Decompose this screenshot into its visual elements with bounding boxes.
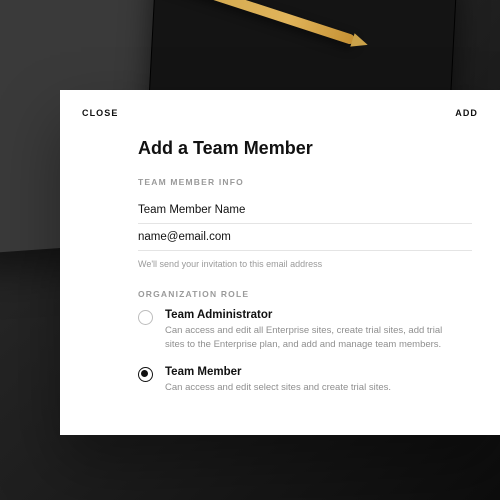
add-team-member-modal: CLOSE ADD Add a Team Member TEAM MEMBER … <box>60 90 500 435</box>
radio-icon <box>138 367 153 382</box>
modal-content: Add a Team Member TEAM MEMBER INFO We'll… <box>60 126 500 394</box>
role-option-admin[interactable]: Team Administrator Can access and edit a… <box>138 309 472 352</box>
role-description: Can access and edit all Enterprise sites… <box>165 324 445 352</box>
role-description: Can access and edit select sites and cre… <box>165 381 445 395</box>
section-label-role: ORGANIZATION ROLE <box>138 289 472 299</box>
radio-icon <box>138 310 153 325</box>
role-option-member[interactable]: Team Member Can access and edit select s… <box>138 366 472 395</box>
modal-title: Add a Team Member <box>138 138 472 159</box>
role-title: Team Member <box>165 366 472 378</box>
role-title: Team Administrator <box>165 309 472 321</box>
add-button[interactable]: ADD <box>455 108 478 118</box>
section-label-info: TEAM MEMBER INFO <box>138 177 472 187</box>
team-member-name-input[interactable] <box>138 197 472 224</box>
stage: CLOSE ADD Add a Team Member TEAM MEMBER … <box>0 0 500 500</box>
close-button[interactable]: CLOSE <box>82 108 118 118</box>
modal-header: CLOSE ADD <box>60 108 500 126</box>
team-member-email-input[interactable] <box>138 224 472 251</box>
email-hint: We'll send your invitation to this email… <box>138 259 472 269</box>
